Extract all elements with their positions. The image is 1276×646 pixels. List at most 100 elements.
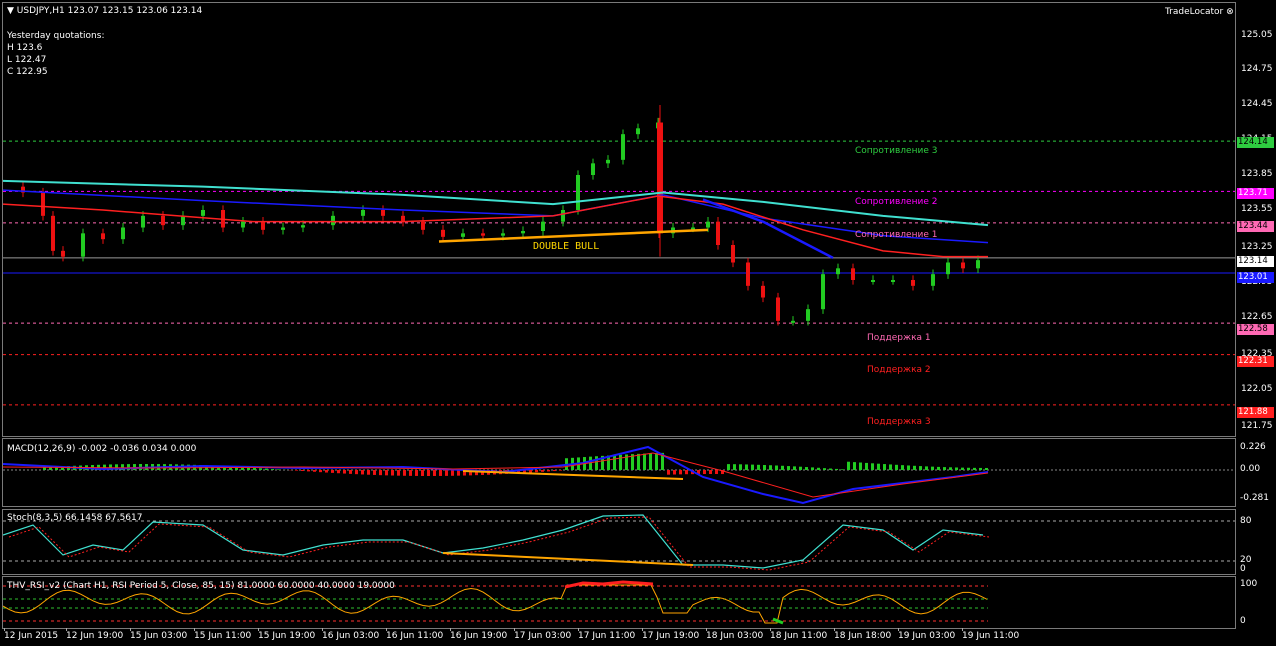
rsi-oversold-highlight: [772, 617, 784, 625]
time-axis-tick: [130, 628, 131, 631]
macd-pane[interactable]: MACD(12,26,9) -0.002 -0.036 0.034 0.000: [2, 438, 1236, 507]
time-axis-label: 17 Jun 11:00: [578, 631, 636, 641]
candle-body: [731, 245, 735, 263]
macd-histogram-bar: [889, 464, 892, 470]
macd-histogram-bar: [967, 467, 970, 470]
macd-histogram-bar: [271, 469, 274, 470]
macd-histogram-bar: [613, 455, 616, 470]
candle-body: [461, 233, 465, 237]
candle-body: [61, 250, 65, 257]
macd-histogram-bar: [925, 466, 928, 470]
candle-body: [706, 221, 710, 228]
candle-body: [716, 221, 720, 245]
macd-histogram-bar: [667, 470, 670, 475]
blue-moving-average: [3, 189, 989, 244]
macd-histogram-bar: [745, 464, 748, 470]
macd-histogram-bar: [775, 465, 778, 470]
candle-body: [976, 260, 980, 269]
candle-body: [791, 320, 795, 323]
macd-histogram-bar: [781, 465, 784, 470]
candle-body: [501, 233, 505, 236]
macd-axis-zero: 0.00: [1240, 464, 1261, 474]
candle-body: [161, 215, 165, 226]
support-3-label: Поддержка 3: [867, 417, 931, 427]
macd-histogram-bar: [715, 470, 718, 475]
macd-histogram-bar: [43, 467, 46, 470]
macd-histogram-bar: [679, 470, 682, 475]
price-axis-label: 121.75: [1241, 421, 1273, 431]
candle-body: [776, 297, 780, 321]
macd-histogram-bar: [643, 453, 646, 470]
candle-body: [836, 268, 840, 275]
macd-histogram-bar: [559, 470, 562, 471]
macd-histogram-bar: [259, 468, 262, 470]
macd-histogram-bar: [397, 470, 400, 476]
time-axis-label: 19 Jun 11:00: [962, 631, 1020, 641]
rsi-axis-0: 0: [1240, 616, 1246, 626]
support-2-label: Поддержка 2: [867, 365, 931, 375]
time-axis-label: 15 Jun 19:00: [258, 631, 316, 641]
double-bull-trend-line: [438, 228, 709, 243]
candle-body: [261, 221, 265, 230]
time-axis-tick: [4, 628, 5, 631]
blue-line-tag: 123.01: [1237, 272, 1274, 283]
tradelocator-icon[interactable]: ⊗: [1226, 7, 1234, 17]
candle-body: [851, 268, 855, 280]
macd-axis-top: 0.226: [1240, 442, 1266, 452]
macd-histogram-bar: [541, 470, 544, 472]
macd-histogram-bar: [421, 470, 424, 476]
macd-histogram-bar: [961, 467, 964, 470]
candle-body: [911, 280, 915, 286]
macd-histogram-bar: [799, 466, 802, 470]
macd-histogram-bar: [835, 468, 838, 470]
time-axis-tick: [194, 628, 195, 631]
macd-histogram-bar: [349, 470, 352, 474]
chevron-down-icon[interactable]: ▼: [7, 6, 14, 16]
double-bull-annotation: DOUBLE BULL: [533, 241, 600, 252]
macd-histogram-bar: [769, 465, 772, 470]
time-axis-label: 19 Jun 03:00: [898, 631, 956, 641]
stoch-main-line: [3, 514, 984, 569]
macd-histogram-bar: [793, 466, 796, 470]
resistance-1-tag: 123.44: [1237, 221, 1274, 232]
macd-histogram-bar: [859, 462, 862, 470]
macd-histogram-bar: [403, 470, 406, 476]
time-axis-label: 17 Jun 03:00: [514, 631, 572, 641]
macd-histogram-bar: [649, 453, 652, 470]
macd-histogram-bar: [973, 467, 976, 470]
macd-histogram-bar: [805, 467, 808, 470]
candle-body: [521, 231, 525, 234]
macd-histogram-bar: [913, 465, 916, 470]
yesterday-close: C 122.95: [7, 67, 48, 77]
rsi-pane[interactable]: THV_RSI_v2 (Chart H1, RSI Period 5, Clos…: [2, 576, 1236, 629]
resistance-2-tag: 123.71: [1237, 188, 1274, 199]
candle-body: [201, 210, 205, 216]
macd-histogram-bar: [391, 470, 394, 476]
resistance-3-label: Сопротивление 3: [855, 146, 938, 156]
resistance-1-label: Сопротивление 1: [855, 230, 938, 240]
macd-histogram-bar: [367, 470, 370, 475]
time-axis-label: 12 Jun 19:00: [66, 631, 124, 641]
macd-histogram-bar: [817, 467, 820, 470]
candle-body: [281, 227, 285, 230]
tradelocator-label[interactable]: TradeLocator ⊗: [1165, 7, 1234, 17]
macd-histogram-bar: [823, 468, 826, 470]
resistance-2-label: Сопротивление 2: [855, 197, 938, 207]
candle-body: [746, 262, 750, 286]
macd-histogram-bar: [955, 467, 958, 470]
candle-body: [381, 210, 385, 216]
price-chart-pane[interactable]: ▼ USDJPY,H1 123.07 123.15 123.06 123.14 …: [2, 2, 1236, 437]
macd-histogram-bar: [907, 465, 910, 470]
macd-histogram-bar: [685, 470, 688, 475]
macd-histogram-bar: [361, 470, 364, 475]
stoch-signal-line: [8, 516, 990, 571]
macd-histogram-bar: [811, 467, 814, 470]
macd-histogram-bar: [277, 469, 280, 470]
macd-histogram-bar: [439, 470, 442, 476]
candle-body: [121, 227, 125, 240]
macd-histogram-bar: [253, 467, 256, 470]
stochastic-pane[interactable]: Stoch(8,3,5) 66.1458 67.5617: [2, 509, 1236, 575]
macd-histogram-bar: [553, 470, 556, 472]
macd-histogram-bar: [343, 470, 346, 474]
time-axis-tick: [962, 628, 963, 631]
